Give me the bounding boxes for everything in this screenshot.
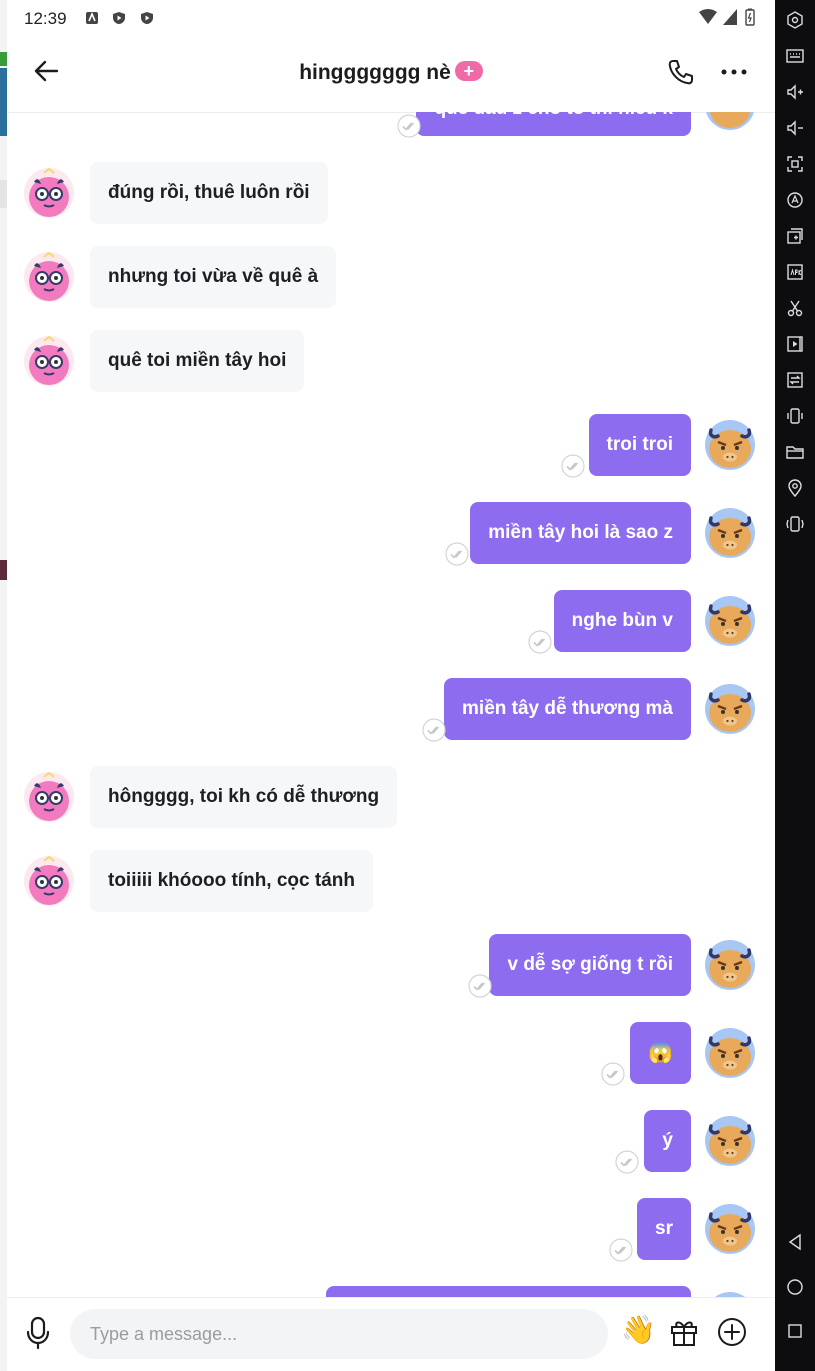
message-bubble[interactable]: sr (637, 1198, 691, 1260)
signal-icon (723, 9, 737, 25)
volume-down-icon[interactable] (785, 118, 805, 138)
nav-recents-icon[interactable] (785, 1321, 805, 1341)
avatar (705, 596, 755, 646)
contact-name: hinggggggg nè (299, 61, 451, 84)
notification-icon (86, 11, 98, 24)
mic-icon[interactable] (25, 1316, 51, 1350)
wifi-icon (699, 9, 717, 24)
avatar (24, 856, 74, 906)
double-check-icon (615, 1150, 639, 1174)
shield-icon (141, 12, 153, 24)
double-check-icon (601, 1062, 625, 1086)
shake-icon[interactable] (785, 514, 805, 534)
vibrate-icon[interactable] (785, 406, 805, 426)
phone-screen: 12:39 hinggggggg nè+ quê đâu z cho to th… (7, 0, 775, 1371)
avatar (705, 508, 755, 558)
message-bubble[interactable]: toiiiii khóooo tính, cọc tánh (90, 850, 373, 912)
avatar (24, 336, 74, 386)
message-bubble[interactable]: v dễ sợ giống t rồi (489, 934, 691, 996)
add-badge[interactable]: + (454, 61, 483, 81)
avatar (705, 420, 755, 470)
status-time: 12:39 (24, 9, 67, 28)
emulator-sidebar (775, 0, 815, 1371)
avatar (706, 112, 754, 130)
composer-bar: 👋 (7, 1297, 775, 1371)
apk-icon[interactable] (785, 262, 805, 282)
message-bubble[interactable]: hôngggg, toi kh có dễ thương (90, 766, 398, 828)
message-bubble[interactable]: nghe bùn v (553, 590, 691, 652)
shield-icon (113, 12, 125, 24)
message-bubble-partial[interactable] (326, 1286, 691, 1297)
message-bubble[interactable]: ý (644, 1110, 691, 1172)
sync-icon[interactable] (785, 370, 805, 390)
double-check-icon (528, 630, 552, 654)
add-circle-icon[interactable] (717, 1317, 747, 1347)
avatar (705, 1116, 755, 1166)
location-icon[interactable] (785, 478, 805, 498)
scissors-icon[interactable] (785, 298, 805, 318)
avatar (705, 1204, 755, 1254)
avatar (705, 684, 755, 734)
avatar (24, 168, 74, 218)
message-bubble[interactable]: 😱 (630, 1022, 691, 1084)
phone-icon[interactable] (667, 58, 695, 86)
status-bar: 12:39 (7, 0, 775, 36)
double-check-icon (561, 454, 585, 478)
message-bubble[interactable]: miền tây hoi là sao z (470, 502, 691, 564)
settings-icon[interactable] (785, 10, 805, 30)
message-bubble[interactable]: đúng rồi, thuê luôn rồi (90, 162, 328, 224)
rotate-icon[interactable] (785, 190, 805, 210)
message-list[interactable]: quê đâu z cho to thì hiểu k đúng rồi, th… (7, 112, 775, 1297)
message-bubble[interactable]: quê đâu z cho to thì hiểu k (416, 112, 691, 136)
nav-back-icon[interactable] (785, 1232, 805, 1252)
avatar (705, 940, 755, 990)
double-check-icon (609, 1238, 633, 1262)
message-bubble[interactable]: miền tây dễ thương mà (444, 678, 691, 740)
video-icon[interactable] (785, 334, 805, 354)
more-icon[interactable] (719, 58, 749, 86)
double-check-icon (422, 718, 446, 742)
volume-up-icon[interactable] (785, 82, 805, 102)
wave-emoji-button[interactable]: 👋 (621, 1314, 656, 1346)
folder-icon[interactable] (785, 442, 805, 462)
double-check-icon (468, 974, 492, 998)
screenshot-icon[interactable] (785, 154, 805, 174)
double-check-icon (397, 114, 421, 138)
message-bubble[interactable]: quê toi miền tây hoi (90, 330, 305, 392)
avatar (24, 772, 74, 822)
add-window-icon[interactable] (785, 226, 805, 246)
chat-title[interactable]: hinggggggg nè + (7, 61, 775, 85)
message-bubble[interactable]: troi troi (588, 414, 691, 476)
battery-icon (745, 8, 755, 26)
desktop-edge (0, 0, 7, 1371)
avatar (705, 1028, 755, 1078)
message-input[interactable] (70, 1309, 608, 1359)
gift-icon[interactable] (669, 1317, 699, 1347)
chat-header: hinggggggg nè + (7, 36, 775, 113)
nav-home-icon[interactable] (785, 1277, 805, 1297)
avatar (24, 252, 74, 302)
double-check-icon (445, 542, 469, 566)
keyboard-icon[interactable] (785, 46, 805, 66)
message-bubble[interactable]: nhưng toi vừa về quê à (90, 246, 337, 308)
